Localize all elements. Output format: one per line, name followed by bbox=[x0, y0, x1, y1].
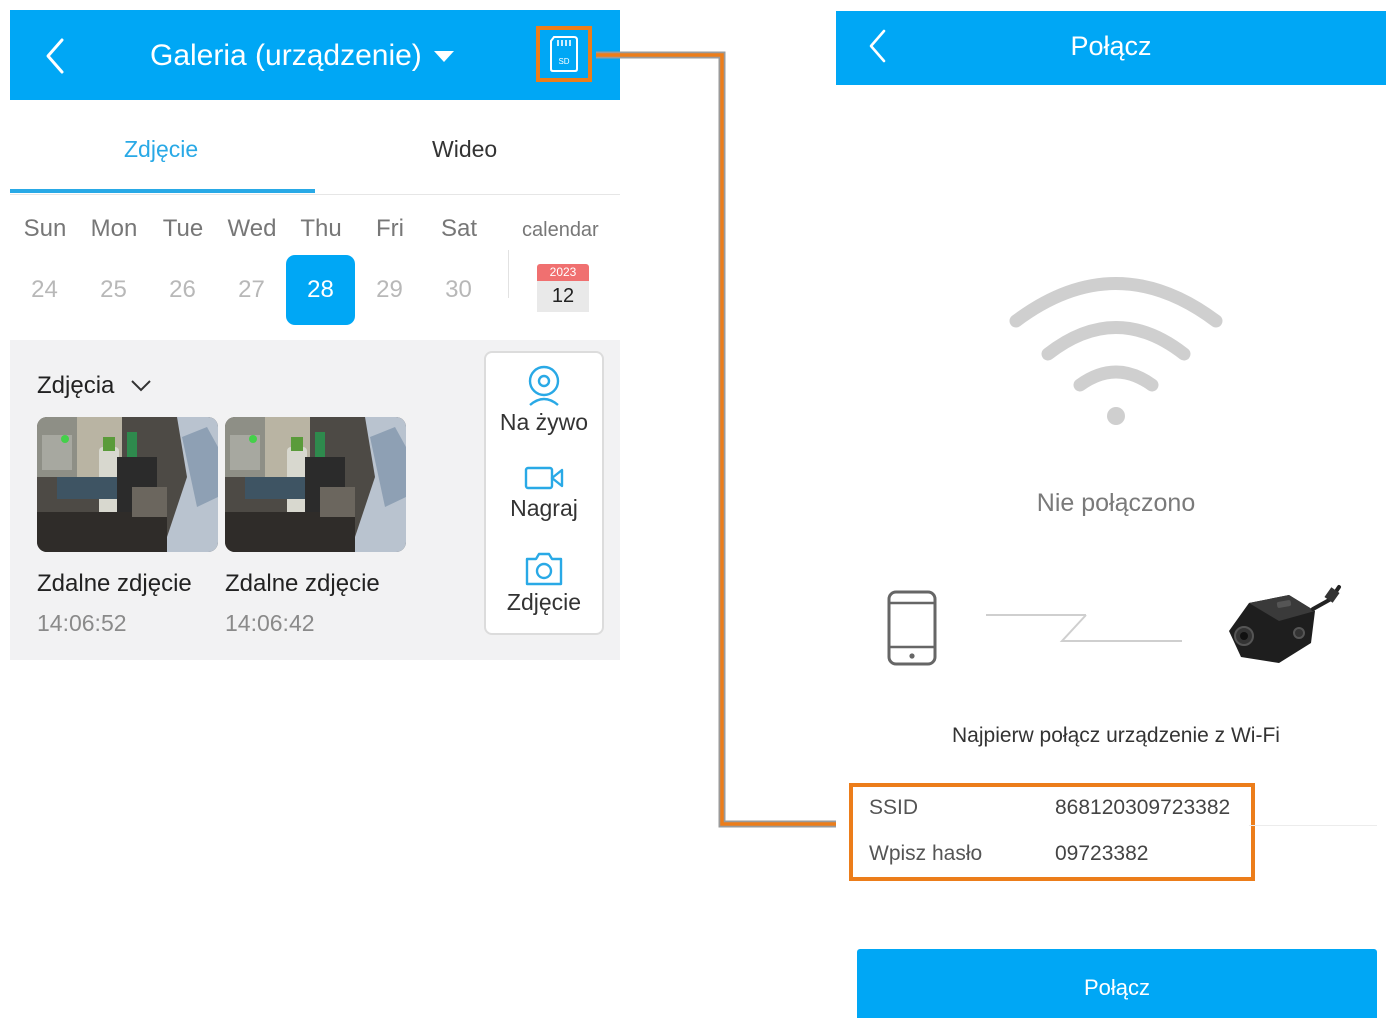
record-button[interactable]: Nagraj bbox=[486, 463, 602, 522]
connect-button[interactable]: Połącz bbox=[857, 949, 1377, 1018]
ssid-row[interactable]: SSID 868120309723382 bbox=[869, 796, 1230, 820]
gallery-title-dropdown[interactable]: Galeria (urządzenie) bbox=[150, 38, 454, 74]
media-tabs: Zdjęcie Wideo bbox=[10, 100, 620, 195]
video-camera-icon bbox=[524, 466, 564, 490]
calendar-label: calendar bbox=[522, 219, 599, 241]
chevron-left-icon bbox=[46, 38, 64, 74]
photo-title: Zdalne zdjęcie bbox=[225, 570, 380, 597]
section-dropdown[interactable]: Zdjęcia bbox=[37, 372, 152, 400]
wifi-icon bbox=[1009, 277, 1223, 425]
day-cell-selected[interactable]: 28 bbox=[286, 255, 355, 325]
gallery-screen: Galeria (urządzenie) SD Zdjęcie Wideo Su… bbox=[10, 10, 620, 660]
chevron-down-icon bbox=[131, 380, 152, 392]
password-key: Wpisz hasło bbox=[869, 842, 983, 865]
phone-icon bbox=[887, 590, 937, 666]
weekday-label: Sun bbox=[23, 215, 67, 242]
day-cell[interactable]: 30 bbox=[424, 255, 493, 325]
remote-actions-panel: Na żywo Nagraj Zdjęcie bbox=[484, 351, 604, 635]
section-title: Zdjęcia bbox=[37, 372, 115, 399]
connect-app-bar: Połącz bbox=[836, 11, 1386, 85]
live-button[interactable]: Na żywo bbox=[486, 365, 602, 436]
live-label: Na żywo bbox=[499, 409, 589, 435]
caret-down-icon bbox=[433, 50, 454, 62]
snapshot-button[interactable]: Zdjęcie bbox=[486, 551, 602, 616]
ssid-value: 868120309723382 bbox=[1055, 796, 1231, 819]
sd-label: SD bbox=[558, 57, 569, 66]
record-label: Nagraj bbox=[510, 495, 578, 521]
day-cell[interactable]: 24 bbox=[10, 255, 79, 325]
day-cell[interactable]: 26 bbox=[148, 255, 217, 325]
day-cell[interactable]: 27 bbox=[217, 255, 286, 325]
photo-thumbnail[interactable] bbox=[225, 417, 406, 552]
weekday-label: Sat bbox=[440, 215, 478, 242]
photo-time: 14:06:52 bbox=[37, 610, 127, 636]
credentials-highlight: SSID 868120309723382 Wpisz hasło 09723382 bbox=[849, 783, 1255, 881]
photo-image bbox=[225, 417, 406, 552]
password-value: 09723382 bbox=[1055, 842, 1149, 865]
gallery-app-bar: Galeria (urządzenie) SD bbox=[10, 10, 620, 100]
photo-thumbnail[interactable] bbox=[37, 417, 218, 552]
active-tab-indicator bbox=[10, 189, 315, 193]
day-cell[interactable]: 25 bbox=[79, 255, 148, 325]
weekday-label: Fri bbox=[376, 215, 404, 242]
connection-status: Nie połączono bbox=[1036, 489, 1196, 517]
photo-camera-icon bbox=[525, 552, 563, 586]
snapshot-label: Zdjęcie bbox=[506, 589, 582, 615]
weekday-label: Tue bbox=[162, 215, 204, 242]
password-row[interactable]: Wpisz hasło 09723382 bbox=[869, 842, 1148, 866]
tab-photo[interactable]: Zdjęcie bbox=[124, 136, 198, 163]
sd-card-icon: SD bbox=[550, 36, 578, 72]
disconnected-link-icon bbox=[986, 614, 1182, 642]
photo-image bbox=[37, 417, 218, 552]
back-button[interactable] bbox=[38, 36, 74, 76]
weekday-label: Thu bbox=[300, 215, 342, 242]
tab-video[interactable]: Wideo bbox=[432, 136, 497, 163]
photo-title: Zdalne zdjęcie bbox=[37, 570, 192, 597]
dashcam-image bbox=[1229, 585, 1341, 663]
photo-gallery-panel: Zdjęcia Zdalne zdjęcie 14:06:52 Zdalne z… bbox=[10, 340, 620, 660]
calendar-button[interactable]: 2023 12 bbox=[537, 264, 589, 312]
weekday-label: Wed bbox=[227, 215, 277, 242]
calendar-month: 12 bbox=[537, 281, 589, 312]
page-title: Galeria (urządzenie) bbox=[150, 39, 422, 72]
webcam-icon bbox=[528, 365, 560, 406]
weekday-label: Mon bbox=[90, 215, 138, 242]
calendar-year: 2023 bbox=[537, 264, 589, 281]
ssid-key: SSID bbox=[869, 796, 919, 819]
connect-screen: Połącz Nie połączono Najpierw połącz urz… bbox=[836, 11, 1386, 1018]
wifi-hint-text: Najpierw połącz urządzenie z Wi-Fi bbox=[952, 724, 1280, 747]
sd-card-button[interactable]: SD bbox=[536, 26, 592, 82]
day-row: 24 25 26 27 28 29 30 bbox=[10, 255, 620, 330]
day-cell[interactable]: 29 bbox=[355, 255, 424, 325]
row-divider bbox=[1249, 825, 1377, 826]
page-title: Połącz bbox=[1070, 31, 1152, 61]
photo-time: 14:06:42 bbox=[225, 610, 315, 636]
